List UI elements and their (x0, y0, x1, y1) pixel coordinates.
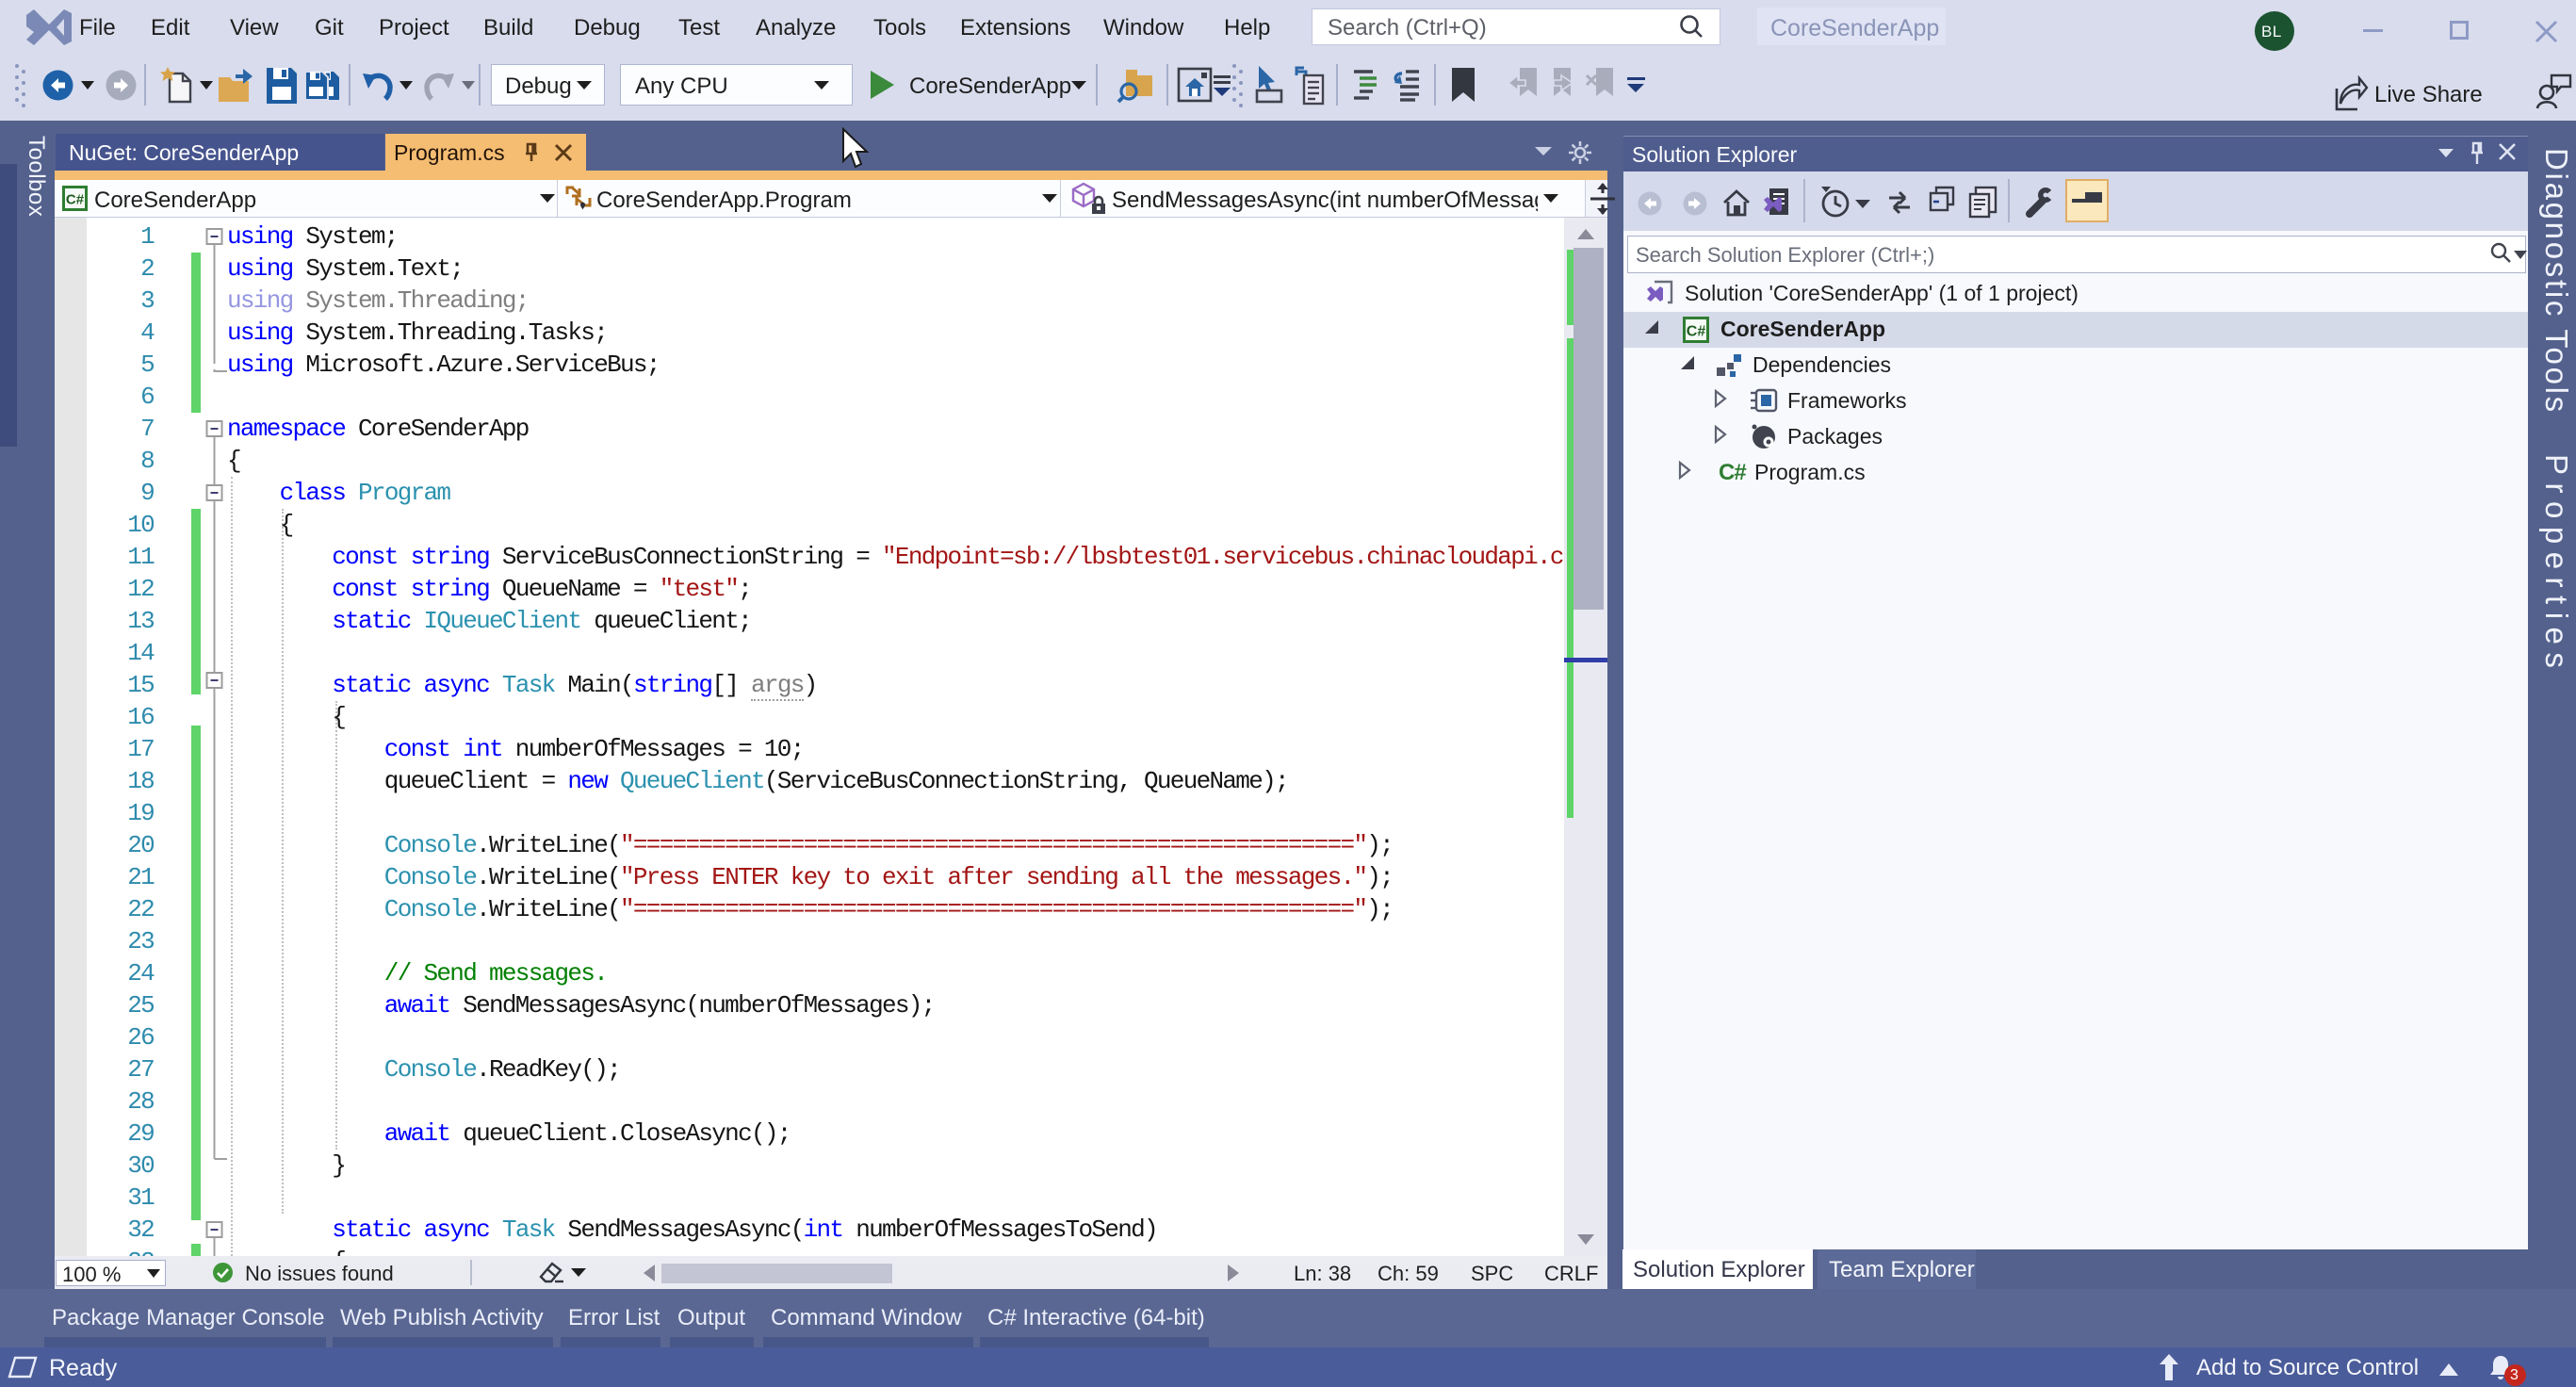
svg-text:C#: C# (1687, 324, 1706, 340)
svg-text:C#: C# (66, 192, 85, 208)
